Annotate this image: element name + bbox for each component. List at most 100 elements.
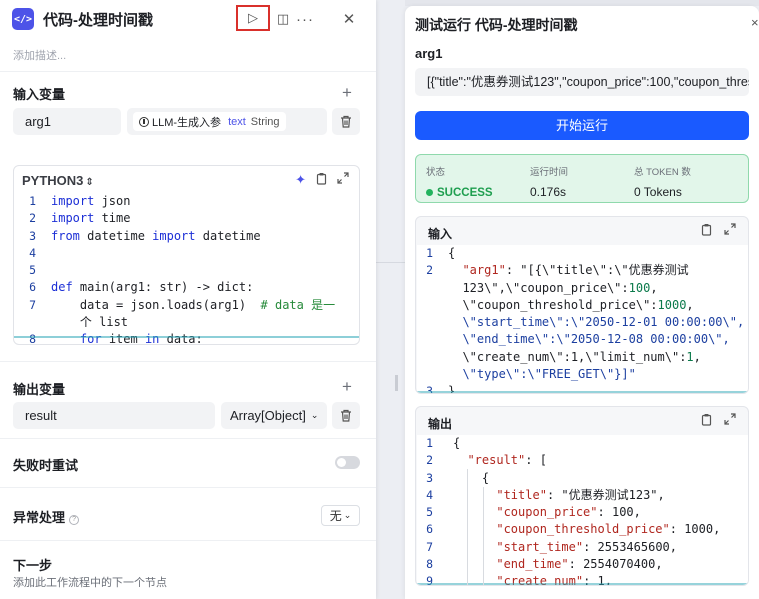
code-line: 5 (14, 262, 359, 279)
time-col: 运行时间 0.176s (530, 164, 568, 199)
json-line: \"start_time\":\"2050-12-01 00:00:00\", (417, 314, 748, 331)
expand-icon[interactable] (724, 413, 736, 429)
retry-toggle[interactable] (335, 456, 360, 469)
next-step-description: 添加此工作流程中的下一个节点 (13, 577, 167, 589)
close-icon: ✕ (342, 11, 356, 28)
add-output-var-button[interactable]: + (342, 378, 352, 395)
help-icon[interactable]: ? (69, 514, 80, 525)
status-badge: SUCCESS (426, 185, 493, 199)
input-var-name-field[interactable]: arg1 (13, 108, 121, 135)
test-run-button[interactable]: ▷ (236, 5, 270, 31)
code-line: 个 list (14, 314, 359, 331)
expand-icon[interactable] (724, 223, 736, 239)
line-number: 2 (29, 211, 36, 226)
input-json-viewer[interactable]: 1{2 "arg1": "[{\"title\":\"优惠券测试 123\",\… (417, 245, 748, 393)
json-line: 1{ (417, 245, 748, 262)
input-card: 输入 1{2 "arg1": "[{\"title\":\"优惠券测试 123\… (415, 216, 749, 394)
more-button[interactable]: ··· (292, 7, 318, 31)
code-editor[interactable]: PYTHON3 ⇕ ✦ 1 import json 2 import time 3 from… (13, 165, 360, 345)
node-title[interactable]: 代码-处理时间戳 (43, 9, 153, 30)
json-text: "coupon_price": 100, (496, 505, 641, 520)
editor-bottom-border (14, 336, 359, 338)
input-var-ref-field[interactable]: LLM-生成入参 text String (127, 108, 327, 135)
code-line: 6 def main(arg1: str) -> dict: (14, 279, 359, 296)
add-input-var-button[interactable]: + (342, 84, 352, 101)
retry-title: 失败时重试 (13, 458, 79, 473)
next-step-title: 下一步 (13, 558, 53, 573)
exception-select[interactable]: 无 ⌄ (321, 505, 360, 526)
input-vars-title: 输入变量 (13, 87, 66, 102)
json-text: { (448, 246, 456, 260)
json-text: 123\",\"coupon_price\":100, (448, 280, 658, 295)
trash-icon (341, 409, 351, 422)
close-panel-button[interactable]: ✕ (336, 7, 362, 31)
json-line: \"end_time\":\"2050-12-08 00:00:00\", (417, 331, 748, 348)
code-line: 1 import json (14, 193, 359, 210)
code-text: import time (51, 211, 131, 226)
run-time-label: 运行时间 (530, 167, 569, 178)
copy-icon[interactable] (701, 413, 712, 429)
arg-input[interactable]: [{"title":"优惠券测试123","coupon_price":100,… (415, 68, 749, 96)
input-card-header: 输入 (416, 217, 748, 245)
line-number: 3 (426, 470, 433, 485)
token-value: 0 Tokens (634, 185, 682, 199)
code-editor-header: PYTHON3 ⇕ ✦ (14, 166, 359, 194)
line-number: 4 (29, 245, 36, 260)
node-config-panel: </> 代码-处理时间戳 ▷ ◫ ··· ✕ 添加描述... 输入变量 + ar… (0, 0, 376, 599)
output-var-type-select[interactable]: Array[Object] ⌄ (221, 402, 327, 429)
run-time-value: 0.176s (530, 185, 567, 199)
divider (0, 361, 376, 362)
canvas-handle (395, 375, 398, 391)
code-text: 个 list (51, 315, 129, 330)
input-card-title: 输入 (428, 227, 453, 241)
output-json-viewer[interactable]: 1{2 "result": [3 {4 "title": "优惠券测试123",… (417, 435, 748, 585)
close-icon[interactable]: × (751, 15, 759, 30)
line-number: 6 (29, 280, 36, 295)
trash-icon (341, 115, 351, 128)
ref-type: String (250, 115, 280, 128)
copy-icon[interactable] (701, 223, 712, 239)
delete-output-var-button[interactable] (332, 402, 360, 429)
start-run-button[interactable]: 开始运行 (415, 111, 749, 140)
run-status-card: 状态 SUCCESS 运行时间 0.176s 总 TOKEN 数 0 Token… (415, 154, 749, 203)
expand-icon[interactable] (337, 172, 349, 188)
line-number: 5 (426, 505, 433, 520)
json-text: { (453, 436, 461, 450)
description-input[interactable]: 添加描述... (13, 47, 66, 63)
line-number: 3 (29, 228, 36, 243)
json-text: "title": "优惠券测试123", (496, 487, 665, 502)
llm-node-icon (139, 116, 149, 127)
code-line: 7 data = json.loads(arg1) # data 是一 (14, 297, 359, 314)
json-text: "coupon_threshold_price": 1000, (496, 522, 721, 537)
code-line: 8 for item in data: (14, 331, 359, 344)
copy-icon[interactable] (316, 172, 327, 188)
code-text: def main(arg1: str) -> dict: (51, 280, 254, 295)
token-label: 总 TOKEN 数 (634, 167, 691, 178)
delete-input-var-button[interactable] (332, 108, 360, 135)
code-lines[interactable]: 1 import json 2 import time 3 from datetime i… (14, 193, 359, 344)
play-icon: ▷ (248, 10, 258, 25)
line-number: 1 (426, 246, 433, 260)
chevron-down-icon: ⌄ (310, 410, 319, 420)
ref-source: LLM-生成入参 (152, 116, 222, 129)
json-line: \"coupon_threshold_price\":1000, (417, 297, 748, 314)
line-number: 7 (29, 297, 36, 312)
divider (0, 71, 376, 72)
json-text: "end_time": 2554070400, (496, 557, 663, 572)
language-select[interactable]: PYTHON3 ⇕ (22, 173, 94, 188)
json-line: 2 "arg1": "[{\"title\":\"优惠券测试 (417, 262, 748, 279)
output-var-name-field[interactable]: result (13, 402, 215, 429)
code-line: 2 import time (14, 210, 359, 227)
ref-field: text (228, 115, 246, 128)
token-col: 总 TOKEN 数 0 Tokens (634, 164, 691, 199)
json-text: { (453, 470, 490, 485)
json-text: \"type\":\"FREE_GET\"}]" (448, 367, 636, 382)
line-number: 4 (426, 487, 433, 502)
canvas-line (376, 262, 405, 263)
json-line: 1{ (417, 435, 748, 452)
code-text: from datetime import datetime (51, 228, 261, 243)
ai-sparkle-icon[interactable]: ✦ (295, 172, 306, 188)
test-run-panel: 测试运行 代码-处理时间戳 × arg1 [{"title":"优惠券测试123… (405, 6, 759, 599)
arg-label: arg1 (415, 46, 443, 61)
output-card: 输出 1{2 "result": [3 {4 "title": "优惠券测试12… (415, 406, 749, 586)
